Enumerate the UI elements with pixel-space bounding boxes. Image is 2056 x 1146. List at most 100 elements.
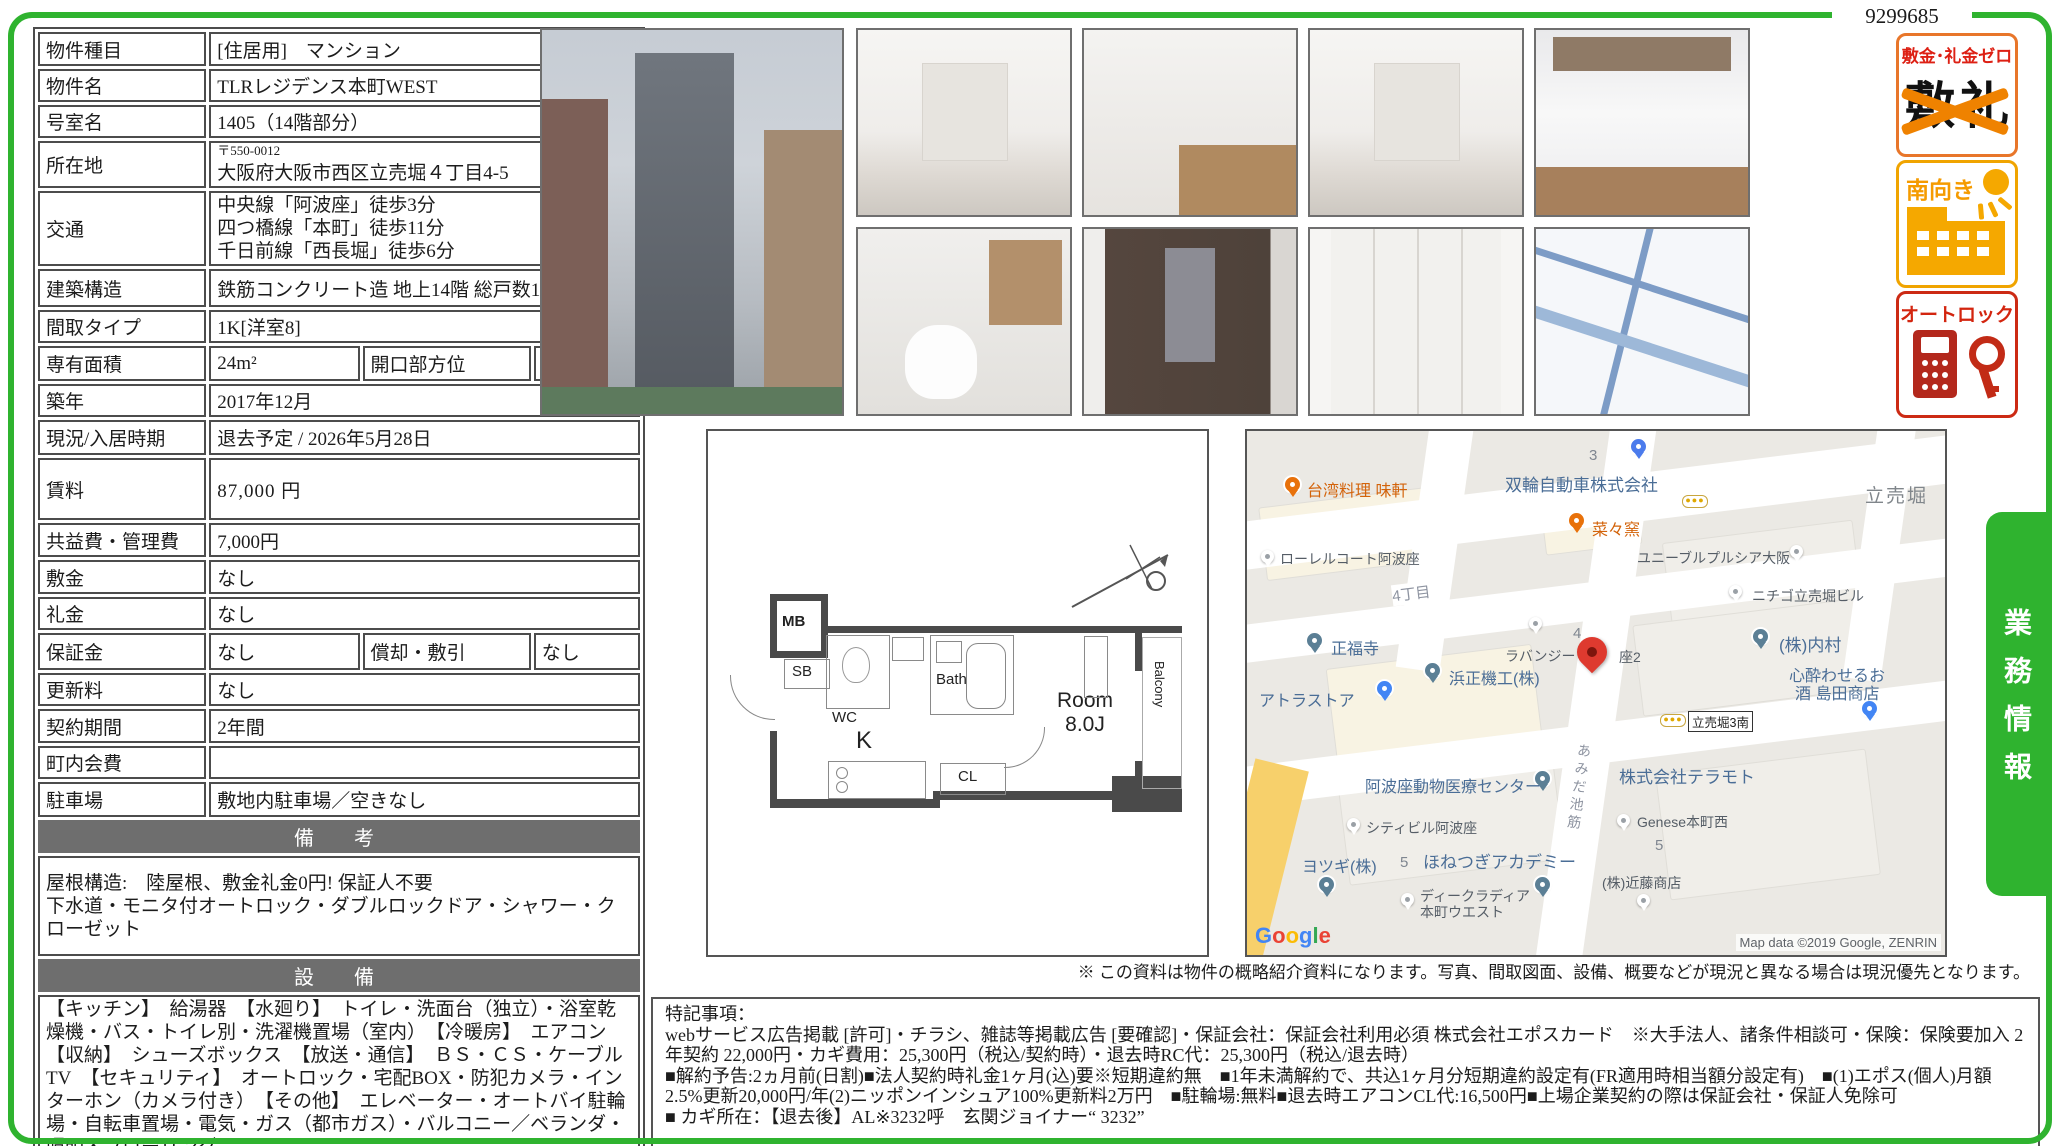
door-arc [730,675,775,720]
row-label: 更新料 [38,673,206,706]
remarks-line: 屋根構造: 陸屋根、敷金礼金0円! 保証人不要 [46,872,632,895]
photo-room [1308,28,1524,217]
section-header-row: 備 考 [38,820,640,853]
poi-pin[interactable] [1637,894,1650,907]
table-row: 敷金なし [38,560,640,594]
map-poi[interactable]: 浜正機工(株) [1449,665,1540,689]
store-pin[interactable] [1377,681,1392,696]
table-row: 共益費・管理費7,000円 [38,523,640,557]
business-info-tab[interactable]: 業務情報 [1986,512,2046,896]
remarks-header: 備 考 [38,820,640,853]
bathtub-icon [966,643,1006,709]
poi-pin[interactable] [1729,585,1742,598]
table-row: 礼金なし [38,597,640,630]
restaurant-pin[interactable] [1285,477,1300,492]
map-poi[interactable]: ニチゴ立売堀ビル [1752,586,1864,606]
company-pin[interactable] [1319,877,1334,892]
row-value: なし [209,673,640,706]
sun-icon [1983,169,2009,195]
floorplan-label-balcony: Balcony [1152,661,1167,707]
row-label: 建築構造 [38,269,206,307]
photo-building-exterior [540,28,844,416]
special-notes-box: 特記事項： webサービス広告掲載 [許可]・チラシ、雑誌等掲載広告 [要確認]… [651,997,2040,1146]
block-number: 5 [1400,854,1408,871]
poi-pin[interactable] [1790,545,1803,558]
block-number: 4 [1573,625,1581,642]
map-poi[interactable]: シティビル阿波座 [1366,818,1477,838]
document-number: 9299685 [1832,2,1972,31]
map-poi[interactable]: アトラストア [1259,687,1355,711]
row-label: 町内会費 [38,746,206,779]
area-map[interactable]: 台湾料理 味軒 3 双輪自動車株式会社 菜々窯 ローレルコート阿波座 4丁目 ユ… [1245,429,1947,957]
map-poi[interactable]: 阿波座動物医療センター [1365,773,1541,797]
floorplan-label-room-size: 8.0J [1030,713,1140,737]
row-value: なし [209,560,640,594]
map-poi[interactable]: ほねつぎアカデミー [1423,848,1576,873]
row-label: 敷金 [38,560,206,594]
map-poi[interactable]: (株)内村 [1779,631,1841,656]
equipment-header: 設 備 [38,959,640,992]
map-poi[interactable]: ヨツギ(株) [1302,853,1377,877]
photo-kitchen [1082,28,1298,217]
special-notes-paragraph: ■解約予告:2ヵ月前(日割)■法人契約時礼金1ヶ月(込)要※短期違約無 ■1年未… [665,1066,2026,1107]
badge-south-facing: 南向き [1896,160,2018,288]
company-pin[interactable] [1535,877,1550,892]
company-pin[interactable] [1631,439,1646,454]
district-label: 立売堀 [1865,481,1928,508]
map-poi[interactable]: 本町ウエスト [1420,902,1504,922]
photo-detail [542,387,842,414]
temple-pin[interactable] [1307,633,1322,648]
floorplan-label-sb: SB [792,663,812,680]
photo-bathroom [1082,227,1298,416]
map-poi[interactable]: 台湾料理 味軒 [1307,477,1407,501]
photo-detail [764,130,842,391]
bus-route-icon: ●●● [1660,714,1686,727]
row-label: 償却・敷引 [363,633,531,670]
map-poi[interactable]: ユニーブルプルシア大阪 [1637,548,1790,568]
map-poi[interactable]: 座2 [1619,647,1641,667]
map-poi[interactable]: ローレルコート阿波座 [1280,549,1420,569]
company-pin[interactable] [1753,629,1768,644]
poi-pin[interactable] [1617,814,1630,827]
table-row: 更新料なし [38,673,640,706]
row-label: 間取タイプ [38,310,206,343]
row-value: なし [209,633,359,670]
row-label: 交通 [38,191,206,266]
poi-pin[interactable] [1261,550,1274,563]
address: 大阪府大阪市西区立売堀４丁目4-5 [217,163,508,184]
bus-stop-label[interactable]: 立売堀3南 [1688,711,1753,732]
table-row: 駐車場敷地内駐車場／空きなし [38,782,640,817]
map-poi[interactable]: 酒 島田商店 [1795,680,1879,704]
map-poi[interactable]: Genese本町西 [1637,812,1728,832]
badge-autolock: オートロック [1896,291,2018,418]
row-label: 開口部方位 [363,346,531,381]
remarks-line: 下水道・モニタ付オートロック・ダブルロックドア・シャワー・クローゼット [46,895,632,941]
poi-pin[interactable] [1347,818,1360,831]
map-poi[interactable]: 正福寺 [1331,635,1379,659]
row-label: 物件名 [38,69,206,102]
map-poi[interactable]: 双輪自動車株式会社 [1505,471,1658,496]
floorplan-label-bath: Bath [936,671,967,688]
map-poi[interactable]: (株)近藤商店 [1602,873,1681,893]
row-label: 駐車場 [38,782,206,817]
map-poi[interactable]: ラバンジー [1505,646,1576,666]
row-label: 賃料 [38,458,206,520]
toilet-icon [842,647,870,683]
company-pin[interactable] [1425,663,1440,678]
row-value: なし [209,597,640,630]
map-attribution: Map data ©2019 Google, ZENRIN [1736,934,1941,951]
floorplan-label-wc: WC [832,709,857,726]
table-row: 現況/入居時期退去予定 / 2026年5月28日 [38,420,640,455]
photo-interior-1 [856,28,1072,217]
photo-washbasin [1534,28,1750,217]
map-poi[interactable]: 菜々窯 [1592,516,1640,540]
row-label: 物件種目 [38,32,206,66]
rent-value: 87,000 円 [209,458,640,520]
row-value: 退去予定 / 2026年5月28日 [209,420,640,455]
table-row: 【キッチン】 給湯器 【水廻り】 トイレ・洗面台（独立）・浴室乾燥機・バス・トイ… [38,995,640,1146]
map-poi[interactable]: 株式会社テラモト [1619,763,1755,788]
poi-pin[interactable] [1529,617,1542,630]
remarks-cell: 屋根構造: 陸屋根、敷金礼金0円! 保証人不要下水道・モニタ付オートロック・ダブ… [38,856,640,956]
restaurant-pin[interactable] [1569,513,1584,528]
poi-pin[interactable] [1401,893,1414,906]
